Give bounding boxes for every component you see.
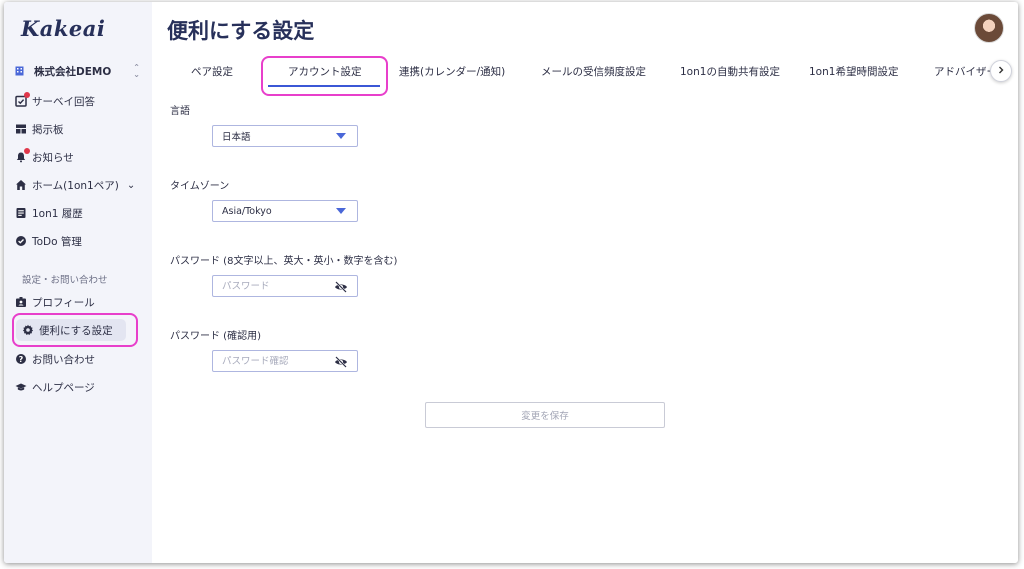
active-item-highlight: 便利にする設定 [16, 319, 126, 341]
language-label: 言語 [170, 106, 190, 117]
tab-email-frequency[interactable]: メールの受信頻度設定 [541, 64, 646, 79]
sidebar: Kakeai 株式会社DEMO ⌃ ⌄ サーベイ回答 掲示板 お知らせ ホーム(… [4, 2, 152, 563]
password-field[interactable] [212, 275, 358, 297]
svg-text:?: ? [19, 355, 24, 364]
organization-switcher[interactable]: 株式会社DEMO ⌃ ⌄ [15, 62, 140, 80]
sidebar-item-label: 便利にする設定 [39, 324, 113, 337]
graduation-cap-icon [15, 381, 27, 393]
sidebar-item-label: ホーム(1on1ペア) [32, 179, 119, 192]
eye-slash-icon[interactable] [334, 281, 348, 293]
language-value: 日本語 [222, 132, 251, 143]
chevron-down-icon[interactable]: ⌄ [127, 180, 135, 191]
sidebar-item-label: 1on1 履歴 [32, 207, 83, 220]
section-label: 設定・お問い合わせ [22, 275, 108, 286]
sidebar-item-notifications[interactable]: お知らせ [15, 146, 140, 168]
sidebar-item-convenient-settings[interactable]: 便利にする設定 [12, 313, 138, 347]
language-select[interactable]: 日本語 [212, 125, 358, 147]
tab-account-settings[interactable]: アカウント設定 [288, 64, 362, 79]
dropdown-arrow-icon [336, 133, 346, 139]
notification-badge [24, 148, 30, 154]
sidebar-item-label: お知らせ [32, 151, 74, 164]
sidebar-item-todo[interactable]: ToDo 管理 [15, 230, 140, 252]
dropdown-arrow-icon [336, 208, 346, 214]
tabs-next-button[interactable] [990, 60, 1012, 82]
bell-icon [15, 148, 30, 163]
organization-name: 株式会社DEMO [34, 65, 112, 78]
sidebar-item-label: お問い合わせ [32, 353, 95, 366]
sidebar-item-help[interactable]: ヘルプページ [15, 376, 140, 398]
password-input[interactable] [222, 280, 332, 292]
tab-advisor[interactable]: アドバイザー [934, 64, 997, 79]
main-content: 便利にする設定 ペア設定 アカウント設定 連携(カレンダー/通知) メールの受信… [152, 2, 1018, 563]
building-icon [15, 66, 24, 76]
tab-auto-share[interactable]: 1on1の自動共有設定 [680, 64, 780, 79]
user-avatar[interactable] [974, 13, 1004, 43]
settings-tabs: ペア設定 アカウント設定 連携(カレンダー/通知) メールの受信頻度設定 1on… [152, 54, 1018, 96]
password-confirm-input[interactable] [222, 355, 332, 367]
timezone-value: Asia/Tokyo [222, 205, 272, 217]
timezone-label: タイムゾーン [170, 181, 230, 192]
sidebar-item-home[interactable]: ホーム(1on1ペア) ⌄ [15, 174, 140, 196]
sidebar-item-label: サーベイ回答 [32, 95, 95, 108]
gear-icon [22, 324, 34, 336]
sidebar-item-label: プロフィール [32, 296, 95, 309]
tab-integrations[interactable]: 連携(カレンダー/通知) [399, 64, 505, 79]
profile-icon [15, 296, 27, 308]
question-icon: ? [15, 353, 27, 365]
sidebar-item-profile[interactable]: プロフィール [15, 291, 140, 313]
updown-chevron-icon: ⌃ ⌄ [133, 63, 140, 79]
page-title: 便利にする設定 [167, 19, 315, 43]
chevron-right-icon [997, 66, 1005, 77]
password-label: パスワード (8文字以上、英大・英小・数字を含む) [170, 256, 398, 267]
save-button[interactable]: 変更を保存 [425, 402, 665, 428]
sidebar-item-label: ヘルプページ [32, 381, 95, 394]
history-icon [15, 207, 27, 219]
kakeai-logo[interactable]: Kakeai [21, 16, 105, 41]
sidebar-item-survey[interactable]: サーベイ回答 [15, 90, 140, 112]
sidebar-item-history[interactable]: 1on1 履歴 [15, 202, 140, 224]
notification-badge [24, 92, 30, 98]
clipboard-check-icon [15, 92, 30, 107]
sidebar-item-label: ToDo 管理 [32, 235, 82, 248]
home-icon [15, 179, 27, 191]
tab-pair-settings[interactable]: ペア設定 [191, 64, 233, 79]
eye-slash-icon[interactable] [334, 356, 348, 368]
sidebar-item-contact[interactable]: ? お問い合わせ [15, 348, 140, 370]
app-window: Kakeai 株式会社DEMO ⌃ ⌄ サーベイ回答 掲示板 お知らせ ホーム(… [4, 2, 1018, 563]
tab-preferred-time[interactable]: 1on1希望時間設定 [809, 64, 898, 79]
active-tab-underline [268, 85, 380, 87]
sidebar-item-label: 掲示板 [32, 123, 64, 136]
board-icon [15, 123, 27, 135]
password-confirm-field[interactable] [212, 350, 358, 372]
sidebar-item-board[interactable]: 掲示板 [15, 118, 140, 140]
password-confirm-label: パスワード (確認用) [170, 331, 261, 342]
timezone-select[interactable]: Asia/Tokyo [212, 200, 358, 222]
check-circle-icon [15, 235, 27, 247]
